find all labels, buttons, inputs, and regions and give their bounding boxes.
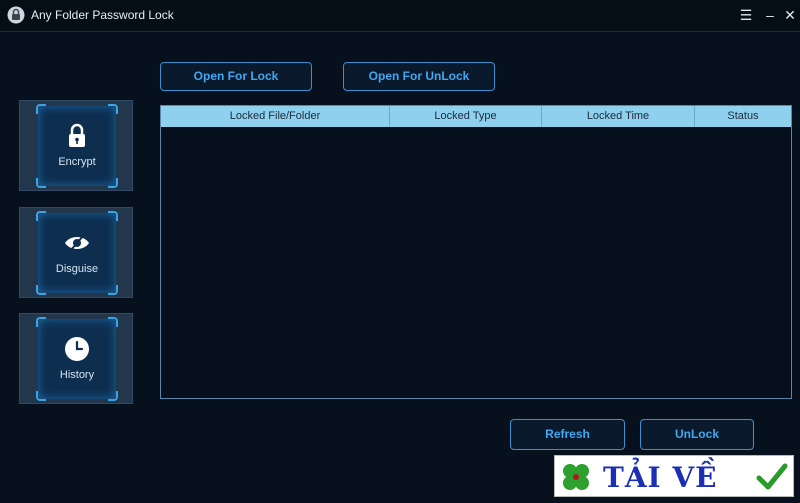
lock-icon [69,123,85,147]
sidebar-item-history[interactable]: History [19,313,133,404]
column-header-locked-file-folder[interactable]: Locked File/Folder [161,106,390,127]
watermark-banner: TẢI VỀ [554,455,794,497]
column-header-status[interactable]: Status [695,106,791,127]
sidebar-item-label: Encrypt [58,156,96,168]
clover-icon [563,464,589,490]
table-header: Locked File/Folder Locked Type Locked Ti… [161,106,791,127]
column-header-locked-type[interactable]: Locked Type [390,106,542,127]
open-for-unlock-button[interactable]: Open For UnLock [343,62,495,91]
close-icon[interactable]: ✕ [780,5,800,25]
clock-icon [65,337,89,361]
eye-icon [65,235,89,251]
minimize-icon[interactable]: – [760,5,780,25]
history-tile[interactable]: History [36,317,118,401]
window-title: Any Folder Password Lock [31,8,174,22]
title-bar: Any Folder Password Lock ☰ – ✕ [0,0,800,32]
refresh-button[interactable]: Refresh [510,419,625,450]
sidebar-item-encrypt[interactable]: Encrypt [19,100,133,191]
checkmark-icon [756,463,788,490]
menu-icon[interactable]: ☰ [736,5,756,25]
padlock-app-icon [7,6,25,24]
open-for-lock-button[interactable]: Open For Lock [160,62,312,91]
column-header-locked-time[interactable]: Locked Time [542,106,695,127]
disguise-tile[interactable]: Disguise [36,211,118,295]
sidebar-item-disguise[interactable]: Disguise [19,207,133,298]
locked-items-table[interactable]: Locked File/Folder Locked Type Locked Ti… [160,105,792,399]
unlock-button[interactable]: UnLock [640,419,754,450]
sidebar-item-label: Disguise [55,263,99,275]
encrypt-tile[interactable]: Encrypt [36,104,118,188]
sidebar-item-label: History [59,369,95,381]
watermark-text: TẢI VỀ [603,461,718,494]
